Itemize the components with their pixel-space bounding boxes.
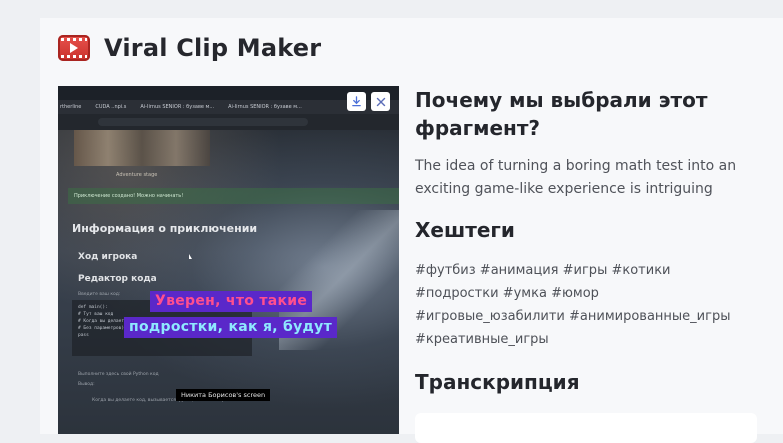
film-clip-icon	[58, 35, 90, 61]
hashtag: #футбиз	[415, 263, 476, 278]
clip-card: Viral Clip Maker rtherline CUDA ..npi.s …	[40, 18, 783, 443]
browser-tab: Ai-Iirnus SENIOR : бузаве м...	[140, 104, 215, 110]
hashtag: #игровые_юзабилити	[415, 309, 565, 324]
why-section-title: Почему мы выбрали этот фрагмент?	[415, 88, 708, 140]
browser-address-bar	[58, 114, 399, 130]
video-preview[interactable]: rtherline CUDA ..npi.s Ai-Iirnus SENIOR …	[58, 86, 399, 434]
hashtag: #умка	[502, 286, 547, 301]
hashtag: #анимированные_игры	[569, 309, 731, 324]
hashtag-list: #футбиз #анимация #игры #котики #подрост…	[415, 259, 765, 351]
code-prompt-label: Введите ваш код:	[78, 292, 121, 297]
adventure-artwork	[74, 130, 210, 166]
success-banner: Приключение создано! Можно начинать!	[68, 188, 399, 204]
hashtags-title: Хештеги	[415, 218, 515, 242]
browser-tab: Ai-Iirnus SENIOR : бузаве м...	[228, 104, 302, 110]
transcript-box	[415, 413, 757, 443]
screen-share-label: Никита Борисов's screen	[176, 389, 271, 401]
hashtag: #юмор	[551, 286, 599, 301]
browser-tab: rtherline	[60, 104, 82, 110]
why-section-text: The idea of turning a boring math test i…	[415, 158, 737, 197]
hashtag: #подростки	[415, 286, 499, 301]
menu-player-turn: Ход игрока	[78, 252, 138, 262]
subtitle-line-2: подростки, как я, будут	[124, 317, 338, 338]
adventure-info-title: Информация о приключении	[72, 222, 258, 235]
menu-code-editor: Редактор кода	[78, 274, 157, 284]
run-code-label: Выполните здесь свой Python код	[78, 372, 159, 377]
download-icon	[352, 96, 361, 107]
hashtag: #игры	[562, 263, 608, 278]
subtitle-line-1: Уверен, что такие	[150, 291, 313, 312]
close-button[interactable]	[371, 92, 390, 111]
app-title: Viral Clip Maker	[104, 34, 322, 62]
artwork-caption: Adventure stage	[116, 172, 158, 178]
close-icon	[376, 97, 385, 106]
hashtag: #анимация	[479, 263, 559, 278]
download-button[interactable]	[347, 92, 366, 111]
browser-tab: CUDA ..npi.s	[95, 104, 127, 110]
hashtag: #креативные_игры	[415, 332, 549, 347]
hashtag: #котики	[611, 263, 671, 278]
mouse-cursor-icon	[189, 254, 192, 259]
app-header: Viral Clip Maker	[58, 34, 321, 62]
output-label: Вывод:	[78, 382, 95, 387]
transcript-title: Транскрипция	[415, 370, 580, 394]
